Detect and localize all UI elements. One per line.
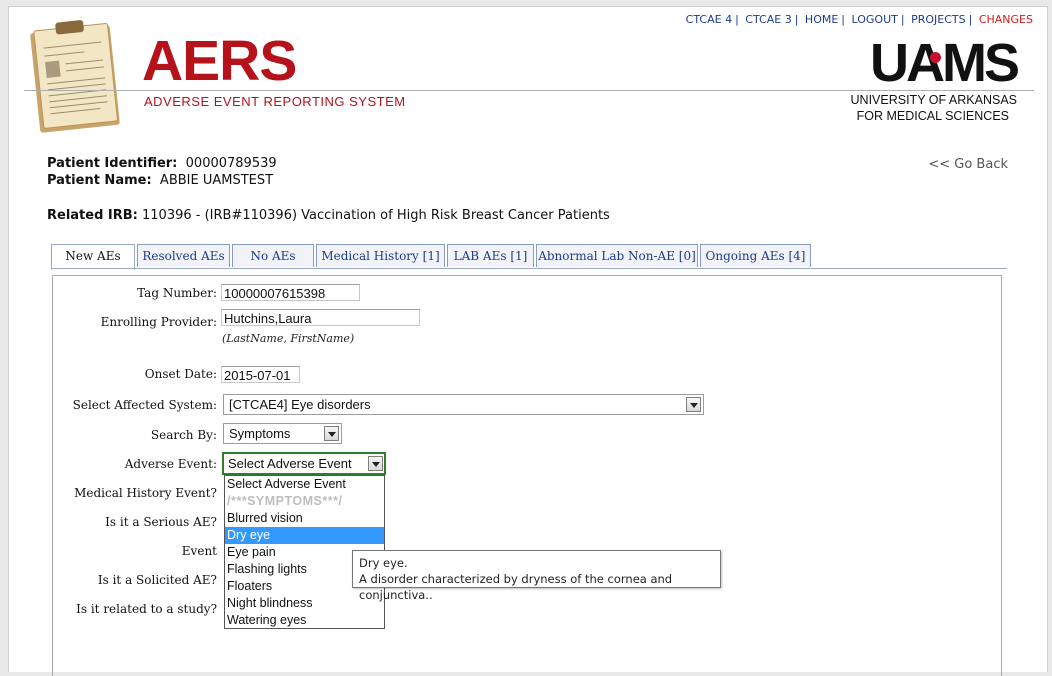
patient-identifier-label: Patient Identifier: [47, 156, 178, 171]
search-by-value: Symptoms [229, 426, 291, 441]
tab-abnormal-lab[interactable]: Abnormal Lab Non-AE [0] [536, 244, 698, 267]
onset-date-label: Onset Date: [144, 367, 217, 381]
app-title: AERS [142, 29, 297, 93]
chevron-down-icon [368, 456, 383, 471]
top-nav: CTCAE 4 | CTCAE 3 | HOME | LOGOUT | PROJECTS… [685, 13, 1033, 26]
search-by-label: Search By: [150, 428, 217, 442]
patient-name-label: Patient Name: [47, 173, 152, 188]
related-irb-label: Related IRB: [47, 208, 138, 223]
dropdown-option[interactable]: Blurred vision [225, 510, 384, 527]
nav-logout[interactable]: LOGOUT [852, 13, 898, 26]
search-by-select[interactable]: Symptoms [223, 423, 342, 444]
solicited-ae-label: Is it a Solicited AE? [97, 573, 217, 587]
uams-logo: UAMS [870, 33, 1020, 93]
chevron-down-icon [324, 426, 339, 441]
patient-name-value: ABBIE UAMSTEST [159, 173, 274, 188]
related-irb-value: 110396 - (IRB#110396) Vaccination of Hig… [142, 208, 610, 223]
tab-ongoing-aes[interactable]: Ongoing AEs [4] [700, 244, 811, 267]
affected-system-select[interactable]: [CTCAE4] Eye disorders [223, 394, 704, 415]
tab-medical-history[interactable]: Medical History [1] [316, 244, 445, 267]
nav-ctcae4[interactable]: CTCAE 4 [686, 13, 732, 26]
medical-history-event-label: Medical History Event? [74, 486, 217, 500]
dropdown-option[interactable]: Watering eyes [225, 612, 384, 629]
dropdown-option-highlighted[interactable]: Dry eye [225, 527, 384, 544]
event-label: Event [181, 544, 217, 558]
adverse-event-value: Select Adverse Event [228, 456, 352, 471]
go-back-link[interactable]: << Go Back [928, 157, 1008, 172]
enrolling-provider-label: Enrolling Provider: [100, 315, 217, 329]
onset-date-input[interactable]: 2015-07-01 [221, 366, 300, 383]
nav-projects[interactable]: PROJECTS [911, 13, 966, 26]
tab-divider [51, 268, 1007, 269]
dropdown-option[interactable]: Select Adverse Event [225, 476, 384, 493]
tooltip-title: Dry eye. [359, 556, 408, 570]
tab-lab-aes[interactable]: LAB AEs [1] [447, 244, 534, 267]
patient-identifier-value: 00000789539 [185, 156, 277, 171]
tab-no-aes[interactable]: No AEs [232, 244, 314, 267]
tab-new-aes[interactable]: New AEs [51, 244, 135, 270]
tooltip-description: A disorder characterized by dryness of t… [359, 572, 673, 602]
uams-logo-dot [930, 52, 941, 63]
serious-ae-label: Is it a Serious AE? [105, 515, 217, 529]
chevron-down-icon [686, 397, 701, 412]
patient-identifier: Patient Identifier: 00000789539 [47, 156, 277, 171]
tag-number-label: Tag Number: [137, 286, 217, 300]
tab-resolved-aes[interactable]: Resolved AEs [137, 244, 230, 267]
option-tooltip: Dry eye. A disorder characterized by dry… [352, 550, 721, 602]
org-name-line1: UNIVERSITY OF ARKANSAS [850, 93, 1017, 107]
affected-system-label: Select Affected System: [72, 398, 217, 412]
app-subtitle: ADVERSE EVENT REPORTING SYSTEM [144, 94, 406, 109]
dropdown-option-group-header: /***SYMPTOMS***/ [227, 494, 343, 508]
clipboard-logo-icon [30, 20, 120, 133]
related-irb: Related IRB: 110396 - (IRB#110396) Vacci… [47, 208, 610, 223]
tag-number-input[interactable]: 10000007615398 [221, 284, 360, 301]
adverse-event-select[interactable]: Select Adverse Event [222, 452, 386, 475]
related-to-study-label: Is it related to a study? [76, 602, 217, 616]
nav-ctcae3[interactable]: CTCAE 3 [745, 13, 791, 26]
affected-system-value: [CTCAE4] Eye disorders [229, 397, 371, 412]
nav-changes[interactable]: CHANGES [979, 13, 1033, 26]
nav-home[interactable]: HOME [805, 13, 838, 26]
patient-name: Patient Name: ABBIE UAMSTEST [47, 173, 273, 188]
adverse-event-label: Adverse Event: [124, 457, 217, 471]
org-name-line2: FOR MEDICAL SCIENCES [856, 109, 1009, 123]
provider-format-hint: (LastName, FirstName) [222, 332, 355, 345]
enrolling-provider-input[interactable]: Hutchins,Laura [221, 309, 420, 326]
